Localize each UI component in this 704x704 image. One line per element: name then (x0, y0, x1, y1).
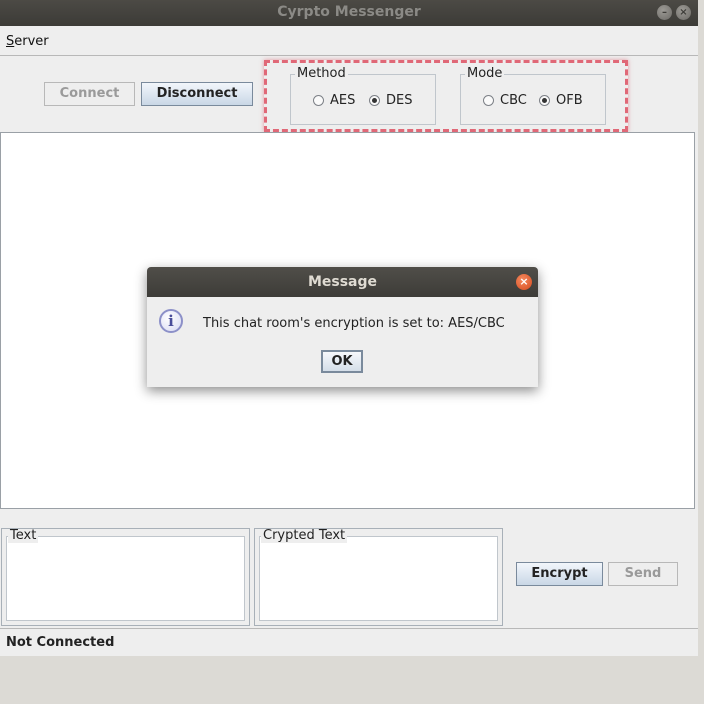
status-text: Not Connected (6, 635, 115, 650)
message-dialog: Message × i This chat room's encryption … (147, 267, 538, 387)
encrypt-button[interactable]: Encrypt (516, 562, 603, 586)
ok-button[interactable]: OK (321, 350, 363, 373)
text-input-area[interactable] (6, 536, 245, 621)
connect-button[interactable]: Connect (44, 82, 135, 106)
dialog-title: Message (147, 267, 538, 297)
disconnect-button[interactable]: Disconnect (141, 82, 253, 106)
text-legend: Text (8, 528, 39, 543)
crypted-text-legend: Crypted Text (261, 528, 348, 543)
dialog-message: This chat room's encryption is set to: A… (203, 316, 505, 331)
close-window-icon[interactable]: × (676, 5, 691, 20)
menu-server-label: erver (14, 34, 49, 49)
dialog-close-icon[interactable]: × (516, 274, 532, 290)
text-panel: Text (1, 528, 250, 626)
crypted-text-panel: Crypted Text (254, 528, 503, 626)
status-bar: Not Connected (0, 628, 698, 656)
window-title-bar: Cyrpto Messenger – × (0, 0, 698, 26)
highlight-annotation (264, 60, 628, 132)
send-button[interactable]: Send (608, 562, 678, 586)
crypted-text-area[interactable] (259, 536, 498, 621)
window-title: Cyrpto Messenger (277, 4, 421, 20)
info-icon: i (159, 309, 183, 333)
menu-bar: Server (0, 26, 698, 56)
menu-server[interactable]: Server (6, 34, 49, 49)
minimize-icon[interactable]: – (657, 5, 672, 20)
